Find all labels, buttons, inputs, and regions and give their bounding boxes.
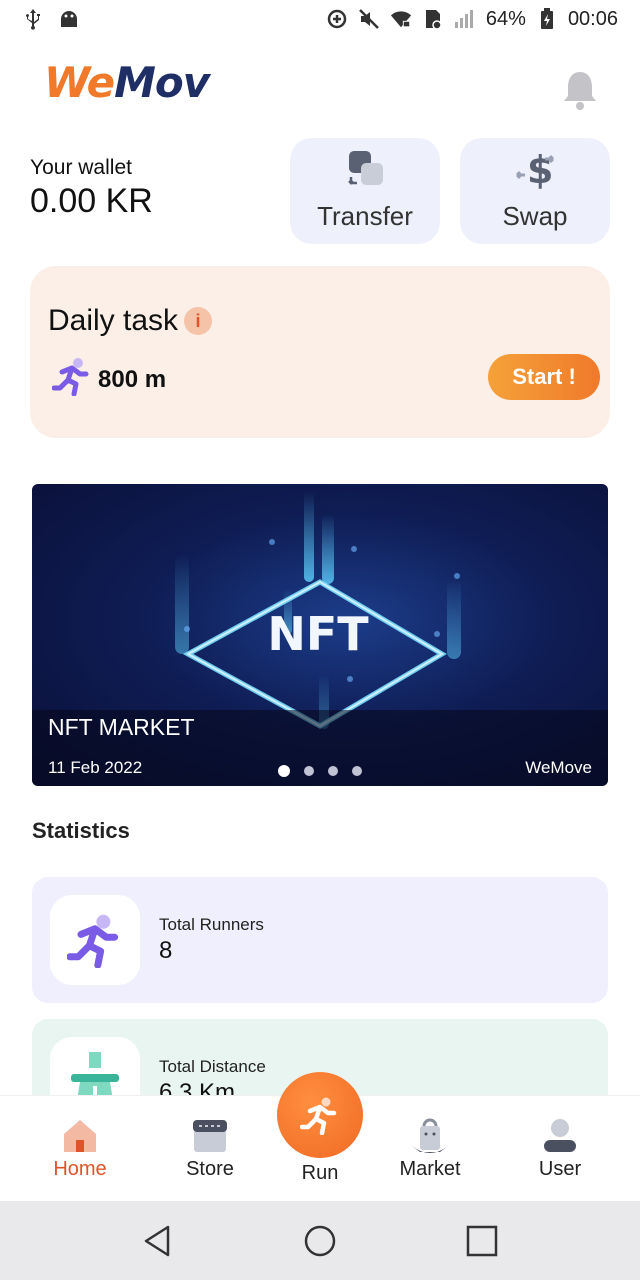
battery-charging-icon [536, 8, 558, 30]
total-runners-card[interactable]: Total Runners 8 [32, 877, 608, 1003]
info-icon[interactable]: i [184, 307, 213, 335]
swap-label: Swap [502, 201, 568, 231]
carousel-dot[interactable] [328, 766, 338, 776]
data-saver-icon [326, 8, 348, 30]
carousel-dot[interactable] [278, 765, 290, 777]
nav-user-label: User [538, 1158, 582, 1180]
home-circle-icon[interactable] [302, 1223, 338, 1259]
usb-icon [22, 8, 44, 30]
start-button[interactable]: Start ! [488, 354, 600, 400]
carousel-dot[interactable] [304, 766, 314, 776]
status-bar: 64% 00:06 [0, 0, 640, 38]
wallet-summary: Your wallet 0.00 KR [30, 156, 153, 221]
transfer-icon [343, 147, 387, 191]
nft-banner-carousel[interactable]: NFT NFT MARKET 11 Feb 2022 WeMove [32, 484, 608, 786]
runner-icon [300, 1097, 337, 1135]
home-icon [64, 1120, 96, 1152]
swap-icon: $ [513, 147, 557, 192]
nav-store-label: Store [186, 1158, 234, 1180]
nav-home-label: Home [53, 1158, 107, 1180]
nav-market-label: Market [399, 1158, 461, 1180]
recents-icon[interactable] [464, 1223, 500, 1259]
runners-icon-box [50, 895, 140, 985]
runner-icon [67, 914, 119, 968]
stat-value: 8 [159, 937, 173, 964]
transfer-button[interactable]: Transfer [290, 138, 440, 244]
app-header: WeMov [0, 50, 640, 130]
no-sim-icon [422, 8, 444, 30]
bell-icon[interactable] [560, 68, 600, 112]
nav-user[interactable]: User [505, 1116, 615, 1181]
carousel-dot[interactable] [352, 766, 362, 776]
app-logo: WeMov [44, 58, 210, 107]
wallet-balance: 0.00 KR [30, 182, 153, 220]
banner-title: NFT MARKET [48, 714, 195, 740]
system-navigation-bar [0, 1201, 640, 1280]
daily-task-card: Daily task i 800 m Start ! [30, 266, 610, 438]
logo-part-mov: Mov [114, 58, 210, 107]
logo-part-we: We [44, 58, 115, 107]
clock: 00:06 [567, 7, 618, 30]
daily-task-distance-value: 800 m [98, 365, 167, 393]
battery-percent: 64% [485, 7, 526, 30]
shopping-bag-icon [412, 1118, 448, 1153]
stat-label: Total Distance [159, 1057, 266, 1076]
carousel-dots [278, 765, 362, 777]
nav-run-label[interactable]: Run [280, 1162, 360, 1185]
daily-task-distance: 800 m [51, 356, 167, 403]
store-icon [193, 1120, 227, 1152]
swap-button[interactable]: $ Swap [460, 138, 610, 244]
stat-label: Total Runners [159, 915, 264, 934]
android-debug-icon [58, 8, 80, 30]
back-icon[interactable] [140, 1223, 176, 1259]
daily-task-title-text: Daily task [48, 304, 179, 337]
runner-icon [51, 356, 92, 403]
nav-store[interactable]: Store [155, 1116, 265, 1181]
wallet-label: Your wallet [30, 156, 132, 179]
daily-task-title: Daily task i [48, 304, 213, 338]
mute-icon [358, 8, 380, 30]
wifi-icon [390, 8, 412, 30]
run-button[interactable] [277, 1072, 363, 1158]
banner-date: 11 Feb 2022 [48, 758, 143, 777]
banner-source: WeMove [525, 758, 592, 777]
nav-home[interactable]: Home [25, 1116, 135, 1181]
svg-text:$: $ [527, 148, 553, 191]
nft-image-text: NFT [267, 607, 369, 661]
transfer-label: Transfer [317, 201, 413, 231]
user-icon [544, 1119, 576, 1152]
bottom-navigation: Home Store Run Market User [0, 1072, 640, 1201]
signal-icon [454, 8, 476, 30]
nav-market[interactable]: Market [375, 1116, 485, 1181]
statistics-title: Statistics [32, 818, 130, 843]
